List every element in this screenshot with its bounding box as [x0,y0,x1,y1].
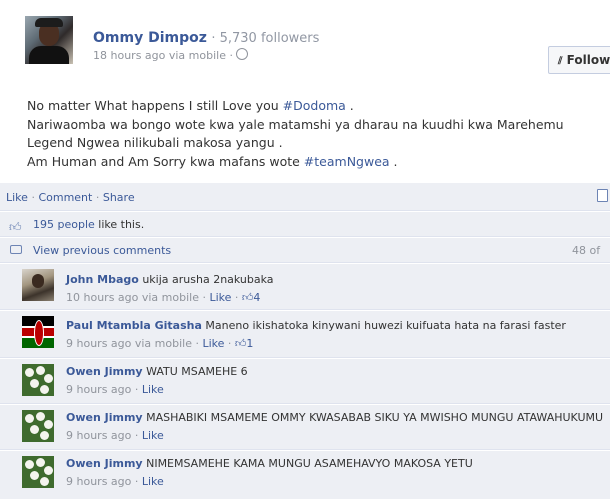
comment-count: 48 of [572,244,601,257]
comment-body: Owen Jimmy NIMEMSAMEHE KAMA MUNGU ASAMEH… [66,457,473,470]
comment-meta: 9 hours ago via mobile · Like · 👍︎1 [66,337,254,350]
author-header: Ommy Dimpoz · 5,730 followers [93,30,319,46]
commenter-name[interactable]: Owen Jimmy [66,411,143,424]
post-meta: 18 hours ago via mobile · [93,48,249,62]
globe-icon [236,48,249,60]
commenter-avatar[interactable] [22,364,54,396]
author-avatar[interactable] [25,16,73,64]
comment-like-count[interactable]: 4 [253,291,260,304]
comment-item: Paul Mtambla Gitasha Maneno ikishatoka k… [0,311,610,356]
comment-item: Owen Jimmy NIMEMSAMEHE KAMA MUNGU ASAMEH… [0,451,610,496]
like-link[interactable]: Like [6,191,28,204]
comment-like-link[interactable]: Like [142,383,164,396]
post-line: Am Human and Am Sorry kwa mafans wote #t… [27,153,398,169]
thumbs-up-icon: 👍︎ [9,220,22,234]
commenter-name[interactable]: Owen Jimmy [66,457,143,470]
commenter-avatar[interactable] [22,269,54,301]
commenter-avatar[interactable] [22,456,54,488]
comment-bubble-icon [10,245,22,254]
story-card: Ommy Dimpoz · 5,730 followers 18 hours a… [0,0,610,499]
commenter-name[interactable]: John Mbago [66,273,139,286]
action-bar: Like · Comment · Share [6,191,135,204]
post-line: Nariwaomba wa bongo wote kwa yale matams… [27,116,564,132]
follower-separator: · [211,31,220,46]
comment-like-link[interactable]: Like [202,337,224,350]
comment-meta: 9 hours ago · Like [66,429,164,442]
commenter-name[interactable]: Paul Mtambla Gitasha [66,319,202,332]
post-message: No matter What happens I still Love you … [27,97,607,171]
likes-summary: 195 people like this. [33,218,145,231]
follower-count: 5,730 followers [219,31,320,46]
comment-body: Paul Mtambla Gitasha Maneno ikishatoka k… [66,319,566,332]
follow-button[interactable]: ⫽ Follow [548,46,610,74]
share-link[interactable]: Share [103,191,135,204]
commenter-avatar[interactable] [22,316,54,348]
rss-icon: ⫽ [558,56,563,67]
commenter-name[interactable]: Owen Jimmy [66,365,143,378]
comment-link[interactable]: Comment [38,191,92,204]
follow-label: Follow [566,53,610,67]
author-name[interactable]: Ommy Dimpoz [93,30,207,46]
comment-meta: 9 hours ago · Like [66,383,164,396]
comment-meta: 9 hours ago · Like [66,475,164,488]
commenter-avatar[interactable] [22,410,54,442]
hashtag-link[interactable]: #Dodoma [283,98,346,113]
post-timestamp[interactable]: 18 hours ago via mobile [93,49,226,62]
comment-item: Owen Jimmy MASHABIKI MSAMEME OMMY KWASAB… [0,405,610,450]
comment-item: John Mbago ukija arusha 2nakubaka 10 hou… [0,264,610,309]
comment-body: Owen Jimmy MASHABIKI MSAMEME OMMY KWASAB… [66,411,604,424]
hashtag-link[interactable]: #teamNgwea [304,154,390,169]
comment-body: Owen Jimmy WATU MSAMEHE 6 [66,365,248,378]
thumbs-up-icon: 👍︎ [241,291,254,304]
post-line: Legend Ngwea nilikubali makosa yangu . [27,135,283,150]
comment-like-link[interactable]: Like [142,475,164,488]
comment-like-link[interactable]: Like [209,291,231,304]
page-icon[interactable] [597,189,608,202]
comment-body: John Mbago ukija arusha 2nakubaka [66,273,274,286]
comment-meta: 10 hours ago via mobile · Like · 👍︎4 [66,291,261,304]
comment-like-count[interactable]: 1 [246,337,253,350]
likes-count-link[interactable]: 195 people [33,218,95,231]
view-previous-comments-link[interactable]: View previous comments [33,244,171,257]
comment-like-link[interactable]: Like [142,429,164,442]
comment-item: Owen Jimmy WATU MSAMEHE 6 9 hours ago · … [0,359,610,404]
thumbs-up-icon: 👍︎ [234,337,247,350]
post-line: No matter What happens I still Love you … [27,98,354,113]
